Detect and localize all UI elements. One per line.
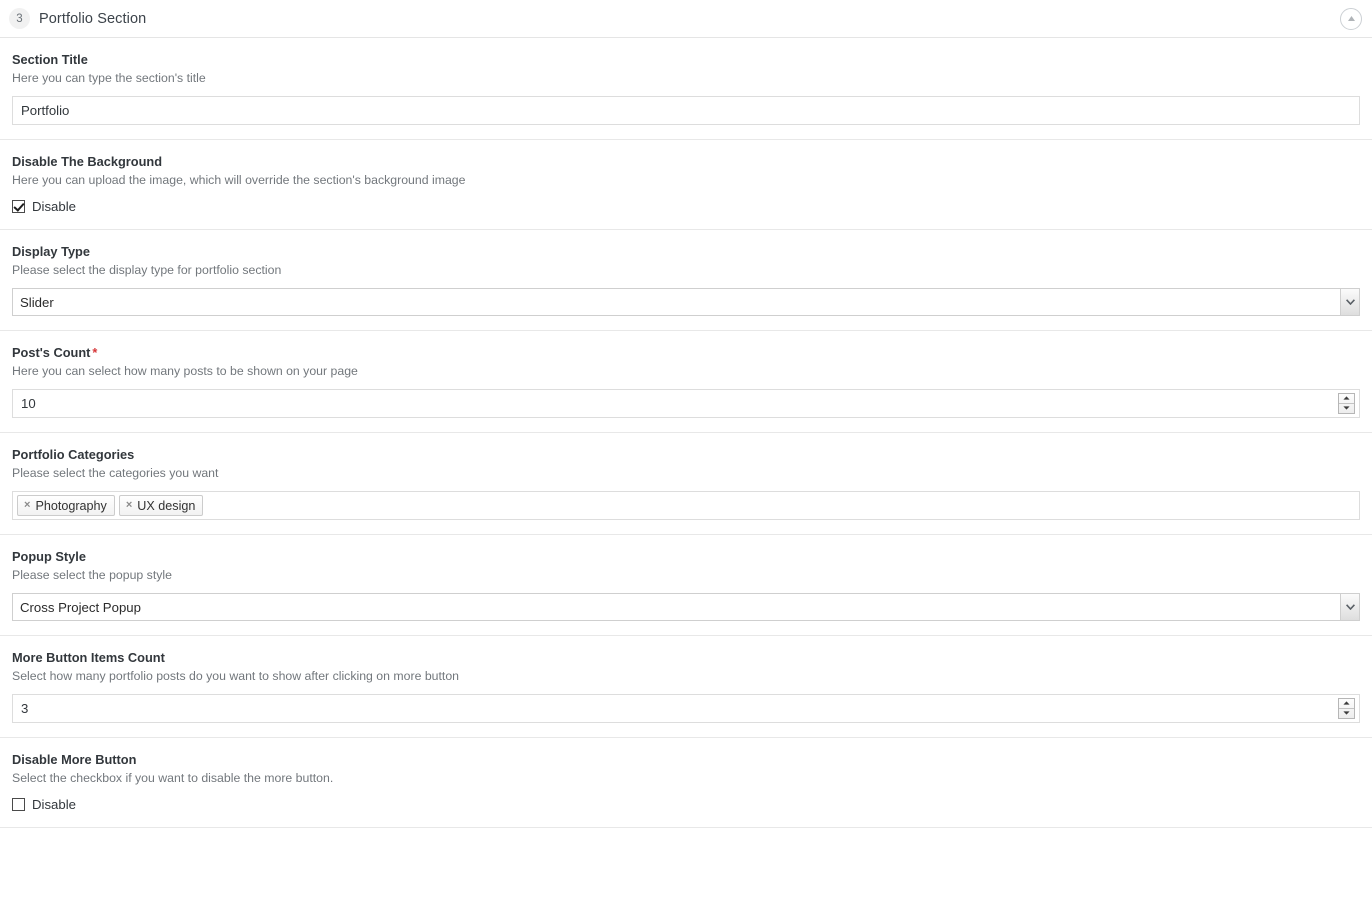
disable-more-button-checkbox-label[interactable]: Disable [32, 797, 76, 812]
field-display-type: Display Type Please select the display t… [0, 230, 1372, 566]
field-description: Please select the popup style [12, 568, 172, 582]
field-description: Here you can upload the image, which wil… [12, 173, 466, 187]
field-description: Please select the categories you want [12, 466, 219, 480]
step-number-badge: 3 [9, 8, 30, 29]
remove-token-icon[interactable]: × [24, 500, 30, 511]
field-label: Display Type [12, 244, 90, 259]
required-marker: * [92, 345, 98, 360]
field-description: Here you can select how many posts to be… [12, 364, 358, 378]
remove-token-icon[interactable]: × [126, 500, 132, 511]
page-title: Portfolio Section [39, 10, 147, 27]
field-popup-style: Popup Style Please select the popup styl… [0, 535, 1372, 636]
field-label-text: Post's Count [12, 345, 91, 360]
field-disable-more-button: Disable More Button Select the checkbox … [0, 738, 1372, 828]
chevron-up-icon [1347, 16, 1355, 21]
category-token[interactable]: × UX design [118, 495, 204, 516]
disable-more-button-checkbox-row[interactable]: Disable [12, 795, 1360, 813]
chevron-down-icon[interactable] [1340, 289, 1359, 315]
more-button-items-count-stepper[interactable] [1338, 698, 1355, 719]
field-disable-the-background: Disable The Background Here you can uplo… [0, 140, 1372, 230]
field-label: More Button Items Count [12, 650, 165, 665]
category-token-label: UX design [137, 498, 196, 513]
field-posts-count: Post's Count * Here you can select how ma… [0, 331, 1372, 775]
field-portfolio-categories: Portfolio Categories Please select the c… [0, 433, 1372, 535]
collapse-section-button[interactable] [1340, 7, 1362, 30]
display-type-select[interactable]: Slider [12, 288, 1360, 316]
posts-count-number-input[interactable]: 10 [12, 389, 1360, 418]
field-more-button-items-count: More Button Items Count Select how many … [0, 636, 1372, 738]
field-description: Here you can type the section's title [12, 71, 206, 85]
disable-more-button-checkbox[interactable] [12, 797, 25, 811]
popup-style-selected-value: Cross Project Popup [20, 599, 141, 615]
stepper-up-icon[interactable] [1339, 699, 1354, 709]
stepper-up-icon[interactable] [1339, 394, 1354, 404]
disable-background-checkbox-label[interactable]: Disable [32, 199, 76, 214]
field-label: Popup Style [12, 549, 86, 564]
field-label: Portfolio Categories [12, 447, 135, 462]
posts-count-stepper[interactable] [1338, 393, 1355, 414]
display-type-selected-value: Slider [20, 294, 54, 310]
field-description: Please select the display type for portf… [12, 263, 282, 277]
field-label: Disable The Background [12, 154, 163, 169]
more-button-items-count-value: 3 [21, 701, 29, 716]
disable-background-checkbox[interactable] [12, 199, 25, 213]
field-description: Select the checkbox if you want to disab… [12, 771, 334, 785]
category-token[interactable]: × Photography [17, 495, 115, 516]
popup-style-select[interactable]: Cross Project Popup [12, 593, 1360, 621]
field-label: Disable More Button [12, 752, 137, 767]
stepper-down-icon[interactable] [1339, 404, 1354, 414]
category-token-label: Photography [35, 498, 107, 513]
field-section-title: Section Title Here you can type the sect… [0, 38, 1372, 140]
portfolio-section-header[interactable]: 3 Portfolio Section [0, 0, 1372, 38]
posts-count-value: 10 [21, 396, 36, 411]
field-description: Select how many portfolio posts do you w… [12, 669, 460, 683]
portfolio-categories-token-field[interactable]: × Photography × UX design [12, 491, 1360, 520]
section-title-input[interactable] [12, 96, 1360, 125]
disable-background-checkbox-row[interactable]: Disable [12, 197, 1360, 215]
more-button-items-count-number-input[interactable]: 3 [12, 694, 1360, 723]
chevron-down-icon[interactable] [1340, 594, 1359, 620]
stepper-down-icon[interactable] [1339, 709, 1354, 719]
field-label: Post's Count * [12, 344, 1360, 361]
field-label: Section Title [12, 52, 88, 67]
